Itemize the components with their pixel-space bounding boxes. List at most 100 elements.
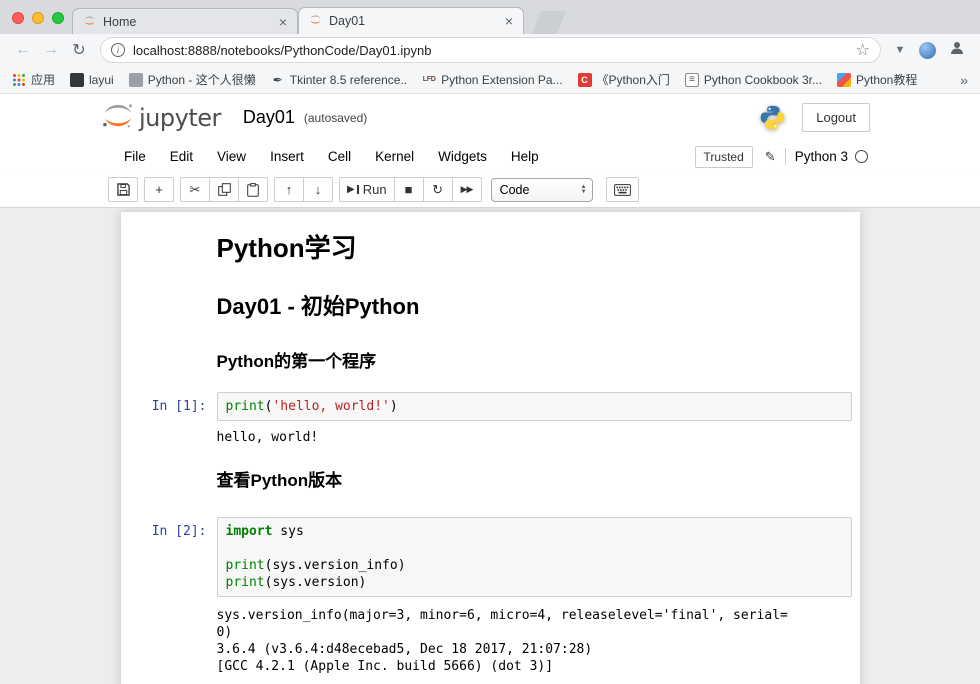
window-close-button[interactable] [12, 12, 24, 24]
tab-day01[interactable]: Day01 × [298, 7, 524, 34]
bookmark-item[interactable]: Python - 这个人很懒 [129, 71, 256, 88]
bookmarks-bar: 应用 layui Python - 这个人很懒 ✒Tkinter 8.5 refere… [0, 66, 980, 94]
bookmark-item[interactable]: LFD Python Extension Pa... [422, 73, 562, 87]
url-bar[interactable]: i localhost:8888/notebooks/PythonCode/Da… [100, 37, 881, 63]
notebook-container: Python学习 Day01 - 初始Python Python的第一个程序 I… [121, 212, 860, 684]
profile-icon[interactable] [944, 40, 970, 61]
interrupt-kernel-button[interactable]: ■ [394, 177, 424, 202]
code-cell-2[interactable]: In [2]: import sys print(sys.version_inf… [129, 517, 852, 597]
bookmarks-overflow-icon[interactable]: » [960, 72, 968, 88]
output-area: hello, world! [129, 421, 852, 450]
jupyter-logo-text: jupyter [139, 104, 221, 132]
new-tab-button[interactable] [532, 11, 566, 34]
menu-help[interactable]: Help [499, 145, 551, 168]
bookmark-label: Python - 这个人很懒 [148, 71, 256, 88]
bookmark-label: 应用 [31, 71, 55, 88]
dropdown-triangle-icon[interactable]: ▼ [889, 44, 911, 56]
output-text: hello, world! [217, 421, 852, 450]
back-icon[interactable]: ← [10, 41, 36, 59]
select-arrows-icon: ▲▼ [581, 185, 587, 195]
bookmark-label: Python Cookbook 3r... [704, 73, 822, 87]
c-red-icon: C [578, 73, 592, 87]
markdown-cell[interactable]: Day01 - 初始Python [129, 279, 852, 331]
tab-close-icon[interactable]: × [279, 15, 287, 29]
run-bar-icon [357, 185, 359, 194]
tutorial-icon [837, 73, 851, 87]
bookmark-item[interactable]: Python教程 [837, 71, 917, 88]
layui-icon [70, 73, 84, 87]
lfd-icon: LFD [422, 73, 436, 87]
page-info-icon[interactable]: i [111, 43, 125, 57]
bookmark-item[interactable]: 应用 [12, 71, 55, 88]
apps-grid-icon [12, 73, 26, 87]
code-input[interactable]: import sys print(sys.version_info)print(… [217, 517, 852, 597]
tab-home[interactable]: Home × [72, 8, 298, 34]
markdown-cell[interactable]: Python的第一个程序 [129, 331, 852, 384]
run-label: Run [363, 182, 387, 197]
move-cell-up-button[interactable]: ↑ [274, 177, 304, 202]
bookmark-label: Tkinter 8.5 reference.. [290, 73, 407, 87]
md-heading-2: Day01 - 初始Python [217, 289, 852, 321]
divider [785, 148, 786, 165]
bookmark-item[interactable]: layui [70, 73, 114, 87]
menu-view[interactable]: View [205, 145, 258, 168]
menu-kernel[interactable]: Kernel [363, 145, 426, 168]
bookmark-item[interactable]: C 《Python入门 [578, 71, 670, 88]
jupyter-favicon-icon [309, 13, 322, 29]
input-prompt: In [1]: [129, 392, 217, 421]
kernel-idle-icon [855, 150, 868, 163]
refresh-icon[interactable]: ↻ [66, 40, 92, 60]
md-heading-3: Python的第一个程序 [217, 347, 852, 372]
bookmark-label: Python Extension Pa... [441, 73, 562, 87]
menu-cell[interactable]: Cell [316, 145, 363, 168]
menu-file[interactable]: File [112, 145, 158, 168]
cut-cell-button[interactable]: ✂ [180, 177, 210, 202]
save-button[interactable] [108, 177, 138, 202]
menu-list: FileEditViewInsertCellKernelWidgetsHelp [112, 145, 551, 168]
kernel-name[interactable]: Python 3 [795, 149, 848, 164]
globe-extension-icon[interactable] [919, 42, 936, 59]
input-prompt: In [2]: [129, 517, 217, 597]
md-heading-3: 查看Python版本 [217, 466, 852, 491]
blog-icon [129, 73, 143, 87]
markdown-cell[interactable]: Python学习 [129, 220, 852, 279]
restart-run-all-button[interactable]: ▶▶ [452, 177, 482, 202]
cell-type-value: Code [500, 183, 530, 197]
output-area: sys.version_info(major=3, minor=6, micro… [129, 597, 852, 679]
window-minimize-button[interactable] [32, 12, 44, 24]
command-palette-button[interactable] [606, 177, 639, 202]
tab-close-icon[interactable]: × [505, 14, 513, 28]
code-cell-1[interactable]: In [1]: print('hello, world!') [129, 392, 852, 421]
jupyter-favicon-icon [83, 14, 96, 30]
restart-kernel-button[interactable]: ↻ [423, 177, 453, 202]
forward-icon[interactable]: → [38, 41, 64, 59]
jupyter-logo-icon [100, 102, 136, 134]
cell-type-select[interactable]: Code ▲▼ [491, 178, 593, 202]
bookmark-item[interactable]: ≡Python Cookbook 3r... [685, 73, 822, 87]
menu-edit[interactable]: Edit [158, 145, 205, 168]
bookmark-star-icon[interactable]: ☆ [856, 40, 870, 60]
notebook-title[interactable]: Day01 [243, 107, 295, 128]
edit-mode-pencil-icon: ✎ [765, 149, 776, 165]
url-text[interactable]: localhost:8888/notebooks/PythonCode/Day0… [133, 43, 848, 58]
browser-tab-strip: Home × Day01 × [0, 0, 980, 34]
copy-cell-button[interactable] [209, 177, 239, 202]
trusted-button[interactable]: Trusted [695, 146, 753, 168]
menu-widgets[interactable]: Widgets [426, 145, 499, 168]
window-zoom-button[interactable] [52, 12, 64, 24]
code-input[interactable]: print('hello, world!') [217, 392, 852, 421]
bookmark-item[interactable]: ✒Tkinter 8.5 reference.. [271, 73, 407, 87]
jupyter-logo[interactable]: jupyter [100, 102, 221, 134]
menu-insert[interactable]: Insert [258, 145, 316, 168]
logout-button[interactable]: Logout [802, 103, 870, 132]
tab-title: Day01 [329, 14, 498, 28]
move-cell-down-button[interactable]: ↓ [303, 177, 333, 202]
bookmark-label: 《Python入门 [597, 71, 670, 88]
md-heading-1: Python学习 [217, 228, 852, 265]
markdown-cell[interactable]: 查看Python版本 [129, 450, 852, 503]
add-cell-button[interactable]: + [144, 177, 174, 202]
output-text: sys.version_info(major=3, minor=6, micro… [217, 597, 852, 679]
run-button[interactable]: ▶ Run [339, 177, 395, 202]
paste-cell-button[interactable] [238, 177, 268, 202]
jupyter-toolbar: + ✂ ↑ ↓ ▶ Run ■ ↻ ▶▶ Code ▲▼ [0, 172, 980, 208]
